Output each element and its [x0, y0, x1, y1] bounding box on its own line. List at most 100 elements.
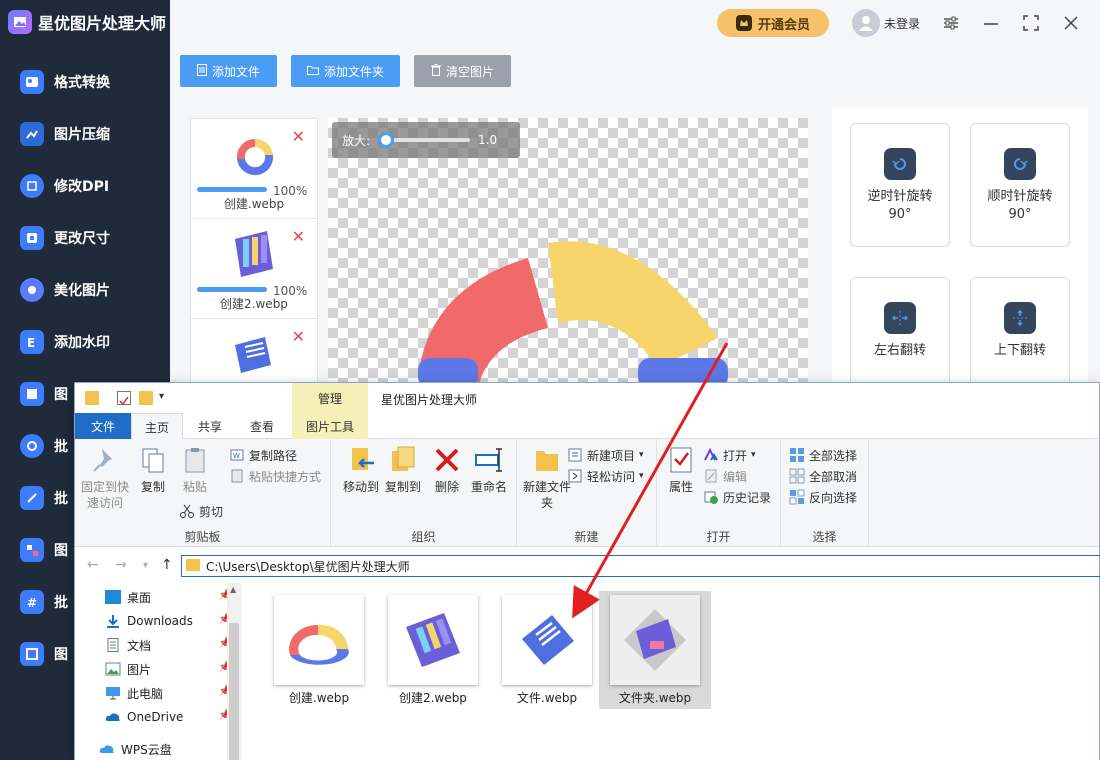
nav-item-label: Downloads: [127, 614, 193, 628]
maximize-icon[interactable]: [1020, 12, 1042, 34]
folder-icon: [186, 559, 200, 571]
flip-vertical-label: 上下翻转: [993, 343, 1046, 358]
nav-item-this-pc[interactable]: 此电脑 📌: [105, 683, 231, 703]
nav-item-label: 此电脑: [127, 686, 164, 701]
image-preview: 放大: 1.0: [328, 118, 808, 383]
paste-button[interactable]: 粘贴: [169, 445, 221, 495]
rotate-cw-icon: [1004, 148, 1036, 180]
rename-button[interactable]: 重命名: [463, 445, 515, 495]
scroll-up-icon[interactable]: ▲: [230, 585, 236, 594]
nav-item-downloads[interactable]: Downloads 📌: [105, 611, 231, 631]
paste-shortcut-button[interactable]: 粘贴快捷方式: [229, 466, 321, 486]
select-none-button[interactable]: 全部取消: [789, 466, 857, 486]
select-none-icon: [789, 468, 805, 484]
pin-quick-access-button[interactable]: 固定到快速访问: [79, 445, 131, 511]
select-all-icon: [789, 447, 805, 463]
forward-arrow-icon[interactable]: →: [115, 557, 127, 573]
back-arrow-icon[interactable]: ←: [87, 557, 99, 573]
cut-button[interactable]: 剪切: [179, 501, 223, 521]
sidebar-item-compress[interactable]: 图片压缩: [0, 108, 170, 160]
settings-sliders-icon[interactable]: [940, 12, 962, 34]
tab-file[interactable]: 文件: [75, 413, 131, 439]
new-folder-button[interactable]: 新建文件夹: [521, 445, 573, 511]
dropdown-arrow-icon: ▾: [751, 450, 756, 460]
sidebar-item-resize[interactable]: 更改尺寸: [0, 212, 170, 264]
nav-item-desktop[interactable]: 桌面 📌: [105, 587, 231, 607]
file-explorer-window: ▾ 管理 星优图片处理大师 文件 主页 共享 查看 图片工具 固定到快速访问 复…: [74, 382, 1100, 760]
file-item[interactable]: 文件.webp: [491, 591, 603, 709]
file-card[interactable]: ✕: [191, 319, 317, 387]
navigation-pane: 桌面 📌 Downloads 📌 文档 📌 图片 📌 此电脑 📌 OneDriv…: [75, 583, 243, 760]
file-item[interactable]: 创建.webp: [263, 591, 375, 709]
copy-path-button[interactable]: W 复制路径: [229, 445, 297, 465]
customize-chevron-icon[interactable]: ▾: [159, 391, 173, 405]
tab-view[interactable]: 查看: [237, 413, 287, 439]
file-item-selected[interactable]: 文件夹.webp: [599, 591, 711, 709]
copy-path-label: 复制路径: [249, 448, 298, 463]
minimize-icon[interactable]: [980, 12, 1002, 34]
invert-selection-icon: [789, 489, 805, 505]
nav-item-onedrive[interactable]: OneDrive 📌: [105, 707, 231, 727]
tab-home[interactable]: 主页: [131, 413, 183, 440]
invert-selection-button[interactable]: 反向选择: [789, 487, 857, 507]
sidebar-item-watermark[interactable]: E 添加水印: [0, 316, 170, 368]
file-thumbnail: [227, 225, 281, 281]
nav-item-documents[interactable]: 文档 📌: [105, 635, 231, 655]
zoom-slider-handle[interactable]: [378, 132, 395, 148]
delete-x-icon: [432, 445, 462, 475]
nav-scrollbar[interactable]: ▲: [227, 583, 241, 760]
nav-item-label: OneDrive: [127, 710, 184, 724]
rotate-cw-label: 顺时针旋转90°: [987, 189, 1053, 222]
rotate-cw-button[interactable]: 顺时针旋转90°: [970, 123, 1070, 247]
add-file-button[interactable]: 添加文件: [180, 55, 277, 87]
clear-images-button[interactable]: 清空图片: [414, 55, 511, 87]
close-icon[interactable]: [1060, 12, 1082, 34]
sidebar-item-label: 图: [54, 387, 68, 403]
open-button[interactable]: 打开 ▾: [703, 445, 756, 465]
recent-chevron-icon[interactable]: ▾: [143, 560, 148, 571]
sidebar-item-label: 更改尺寸: [54, 231, 110, 247]
sidebar-item-beautify[interactable]: 美化图片: [0, 264, 170, 316]
app-title: 星优图片处理大师: [38, 14, 167, 33]
remove-file-icon[interactable]: ✕: [292, 227, 305, 246]
rotate-ccw-button[interactable]: 逆时针旋转90°: [850, 123, 950, 247]
address-bar[interactable]: C:\Users\Desktop\星优图片处理大师: [181, 555, 1100, 577]
vip-button[interactable]: 开通会员: [717, 9, 829, 37]
edit-button[interactable]: 编辑: [703, 466, 747, 486]
tab-manage[interactable]: 管理: [292, 383, 368, 413]
file-card[interactable]: ✕ 100% 创建.webp: [191, 119, 317, 219]
sidebar-item-dpi[interactable]: 修改DPI: [0, 160, 170, 212]
file-item[interactable]: 创建2.webp: [377, 591, 489, 709]
tab-share[interactable]: 共享: [185, 413, 235, 439]
select-all-button[interactable]: 全部选择: [789, 445, 857, 465]
nav-item-wps-cloud[interactable]: WPS云盘: [99, 739, 223, 759]
new-folder-icon[interactable]: [139, 391, 153, 405]
add-folder-button[interactable]: 添加文件夹: [291, 55, 400, 87]
user-login[interactable]: 未登录: [852, 9, 920, 37]
flip-horizontal-label: 左右翻转: [873, 343, 926, 358]
sidebar-item-label: 批: [54, 439, 68, 455]
ribbon: 固定到快速访问 复制 粘贴 W 复制路径 粘贴快捷方式 剪切 剪贴板 移动到 复…: [75, 439, 1099, 547]
properties-check-icon[interactable]: [117, 391, 131, 406]
zoom-slider[interactable]: [378, 132, 471, 148]
nav-item-pictures[interactable]: 图片 📌: [105, 659, 231, 679]
scrollbar-thumb[interactable]: [229, 623, 239, 760]
remove-file-icon[interactable]: ✕: [292, 127, 305, 146]
new-item-label: 新建项目: [587, 448, 636, 463]
easy-access-icon: [567, 468, 583, 484]
organize-group: 移动到 复制到 删除 重命名 组织: [331, 439, 517, 547]
rename-label: 重命名: [470, 480, 507, 494]
history-button[interactable]: 历史记录: [703, 487, 771, 507]
new-group: 新建文件夹 新建项目 ▾ 轻松访问 ▾ 新建: [517, 439, 657, 547]
tab-picture-tools[interactable]: 图片工具: [292, 413, 368, 439]
easy-access-button[interactable]: 轻松访问 ▾: [567, 466, 644, 486]
explorer-titlebar: ▾ 管理 星优图片处理大师: [75, 383, 1099, 413]
up-arrow-icon[interactable]: ↑: [161, 557, 173, 573]
properties-button[interactable]: 属性: [655, 445, 707, 495]
image-frame-icon: [20, 642, 44, 666]
sidebar-item-format-convert[interactable]: 格式转换: [0, 56, 170, 108]
nav-item-label: WPS云盘: [121, 742, 172, 757]
file-card[interactable]: ✕ 100% 创建2.webp: [191, 219, 317, 319]
new-item-button[interactable]: 新建项目 ▾: [567, 445, 644, 465]
remove-file-icon[interactable]: ✕: [292, 327, 305, 346]
